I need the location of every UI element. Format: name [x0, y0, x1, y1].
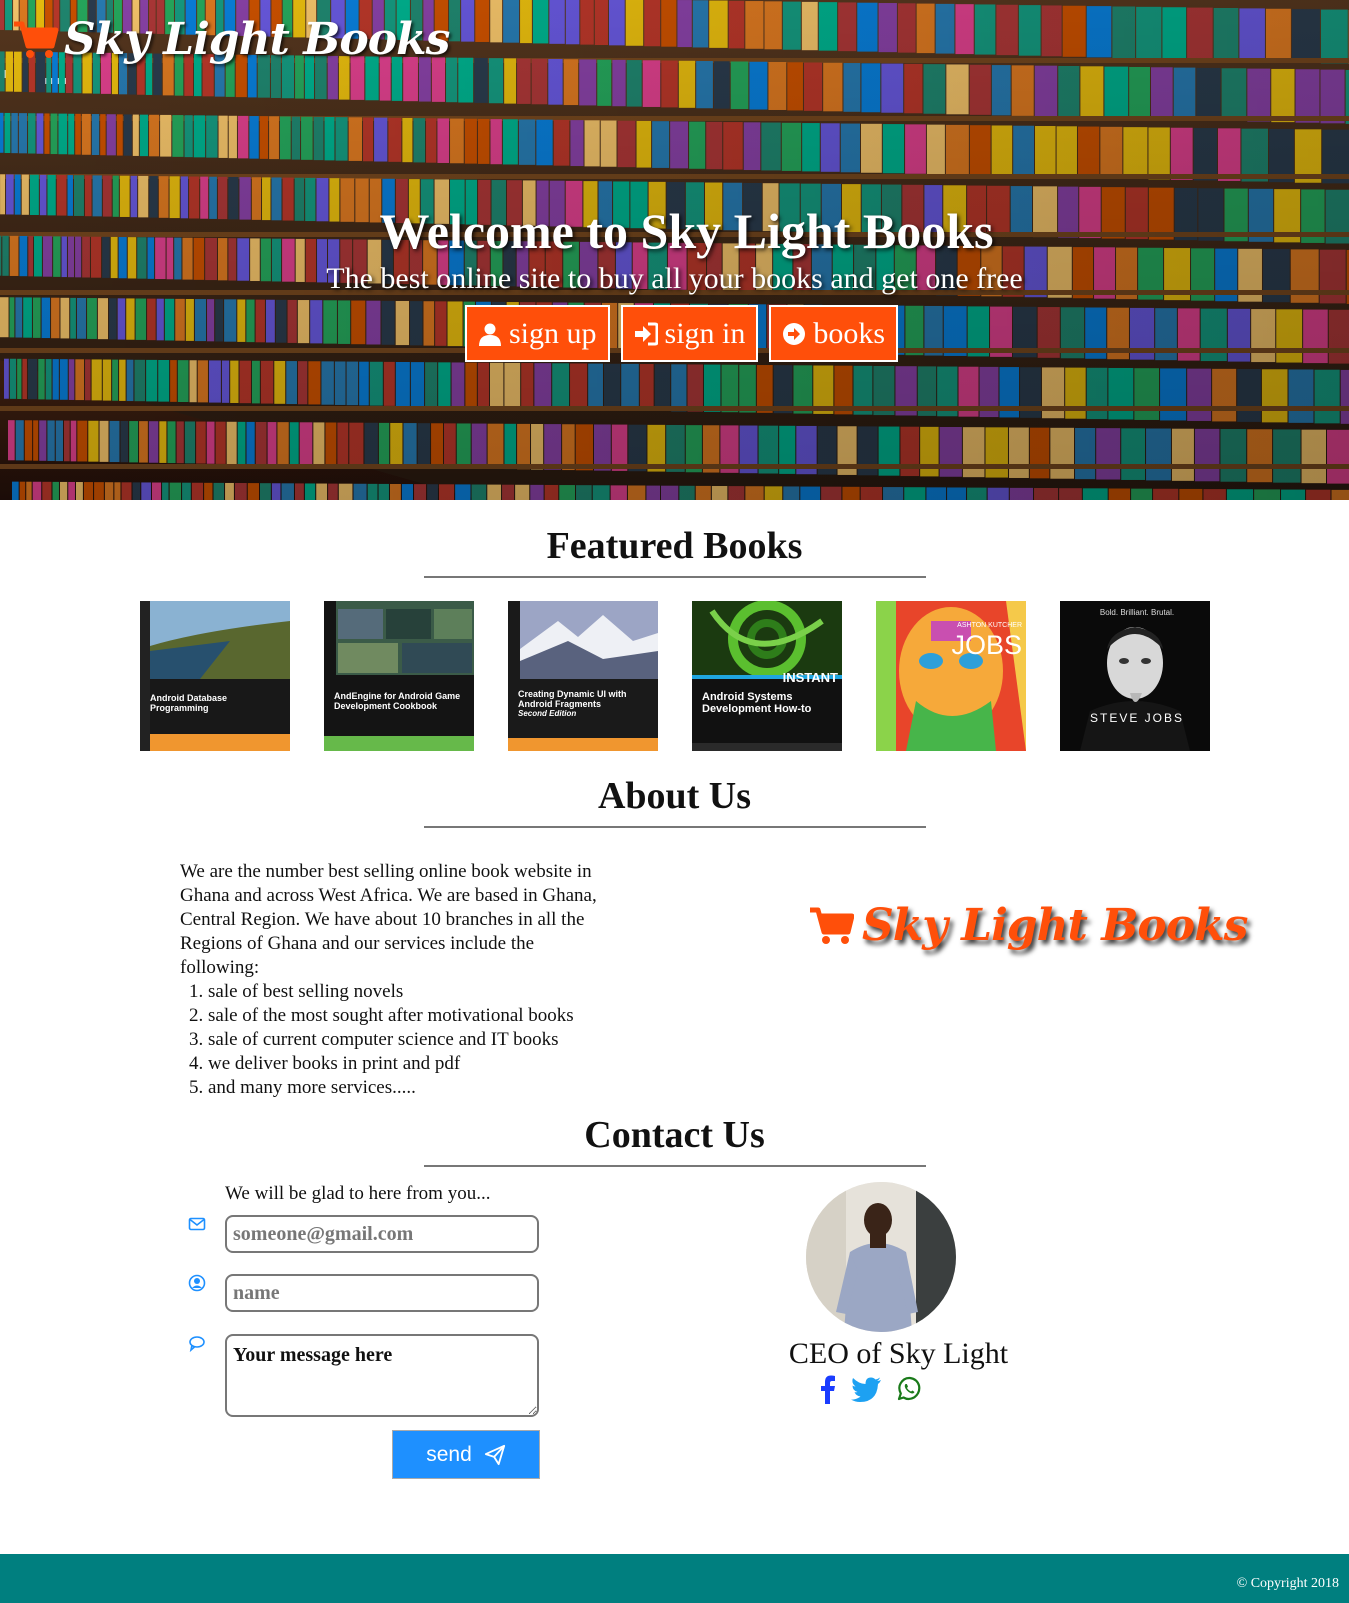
featured-books-list: Android Database Programming AndEngine f… [140, 601, 1210, 751]
contact-heading: Contact Us [584, 1114, 765, 1156]
book-cover[interactable]: Creating Dynamic UI with Android Fragmen… [508, 601, 658, 751]
book-badge: INSTANT [782, 670, 838, 685]
sign-up-button[interactable]: sign up [465, 305, 610, 362]
book-cover-art [140, 601, 290, 751]
service-item: and many more services..... [208, 1076, 600, 1100]
name-field[interactable] [225, 1274, 539, 1312]
book-cover[interactable]: AndEngine for Android Game Development C… [324, 601, 474, 751]
envelope-icon [188, 1217, 206, 1231]
about-divider [424, 826, 926, 828]
service-item: sale of best selling novels [208, 980, 600, 1004]
site-logo[interactable]: Sky Light Books [12, 14, 450, 65]
sign-in-label: sign in [664, 316, 746, 350]
book-cover[interactable]: JOBS ASHTON KUTCHER [876, 601, 1026, 751]
service-item: we deliver books in print and pdf [208, 1052, 600, 1076]
paper-plane-icon [484, 1444, 505, 1465]
book-cover-art [1060, 601, 1210, 751]
whatsapp-icon[interactable] [894, 1374, 924, 1404]
featured-divider [424, 576, 926, 578]
services-list: sale of best selling novels sale of the … [180, 980, 600, 1100]
book-edition: Second Edition [518, 709, 577, 718]
about-logo: Sky Light Books [808, 900, 1248, 951]
ceo-photo [806, 1182, 956, 1332]
books-button[interactable]: books [769, 305, 899, 362]
shopping-cart-icon [14, 21, 58, 58]
book-cover-art [508, 601, 658, 751]
user-icon [479, 323, 501, 346]
hero-actions: sign up sign in books [465, 305, 899, 362]
send-button[interactable]: send [392, 1430, 540, 1479]
service-item: sale of the most sought after motivation… [208, 1004, 600, 1028]
book-cover[interactable]: INSTANT Android Systems Development How-… [692, 601, 842, 751]
about-description: We are the number best selling online bo… [180, 860, 600, 1100]
contact-divider [424, 1165, 926, 1167]
ceo-avatar [806, 1182, 956, 1332]
shopping-cart-icon [810, 907, 854, 944]
book-title: STEVE JOBS [1089, 711, 1185, 725]
book-cover[interactable]: Android Database Programming [140, 601, 290, 751]
logo-text: Sky Light Books [64, 14, 450, 65]
sign-in-button[interactable]: sign in [620, 305, 759, 362]
social-links [818, 1374, 924, 1404]
featured-heading: Featured Books [546, 525, 803, 567]
book-title: Creating Dynamic UI with Android Fragmen… [518, 689, 627, 709]
facebook-icon[interactable] [818, 1374, 838, 1404]
book-title: Android Systems Development How-to [702, 691, 812, 715]
book-title: Android Database Programming [150, 693, 228, 713]
copyright-text: © Copyright 2018 [1236, 1576, 1339, 1591]
send-label: send [426, 1442, 472, 1466]
book-subtitle: ASHTON KUTCHER [957, 622, 1022, 629]
book-title: JOBS [951, 630, 1022, 660]
sign-up-label: sign up [509, 316, 597, 350]
twitter-icon[interactable] [850, 1376, 882, 1404]
hero-title: Welcome to Sky Light Books [379, 203, 994, 259]
service-item: sale of current computer science and IT … [208, 1028, 600, 1052]
arrow-circle-right-icon [783, 322, 806, 345]
hero-subtitle: The best online site to buy all your boo… [326, 262, 1023, 295]
user-circle-icon [188, 1274, 206, 1292]
email-field[interactable] [225, 1215, 539, 1253]
book-cover[interactable]: Bold. Brilliant. Brutal. STEVE JOBS [1060, 601, 1210, 751]
books-label: books [813, 316, 886, 350]
footer-bar [0, 1554, 1349, 1603]
book-title: AndEngine for Android Game Development C… [334, 691, 461, 711]
sign-in-icon [634, 322, 658, 345]
book-cover-art [324, 601, 474, 751]
ceo-caption: CEO of Sky Light [788, 1337, 1009, 1370]
logo-text: Sky Light Books [862, 900, 1248, 951]
contact-intro: We will be glad to here from you... [225, 1183, 491, 1204]
about-paragraph: We are the number best selling online bo… [180, 861, 597, 978]
about-heading: About Us [597, 775, 752, 817]
book-tagline: Bold. Brilliant. Brutal. [1099, 608, 1175, 617]
